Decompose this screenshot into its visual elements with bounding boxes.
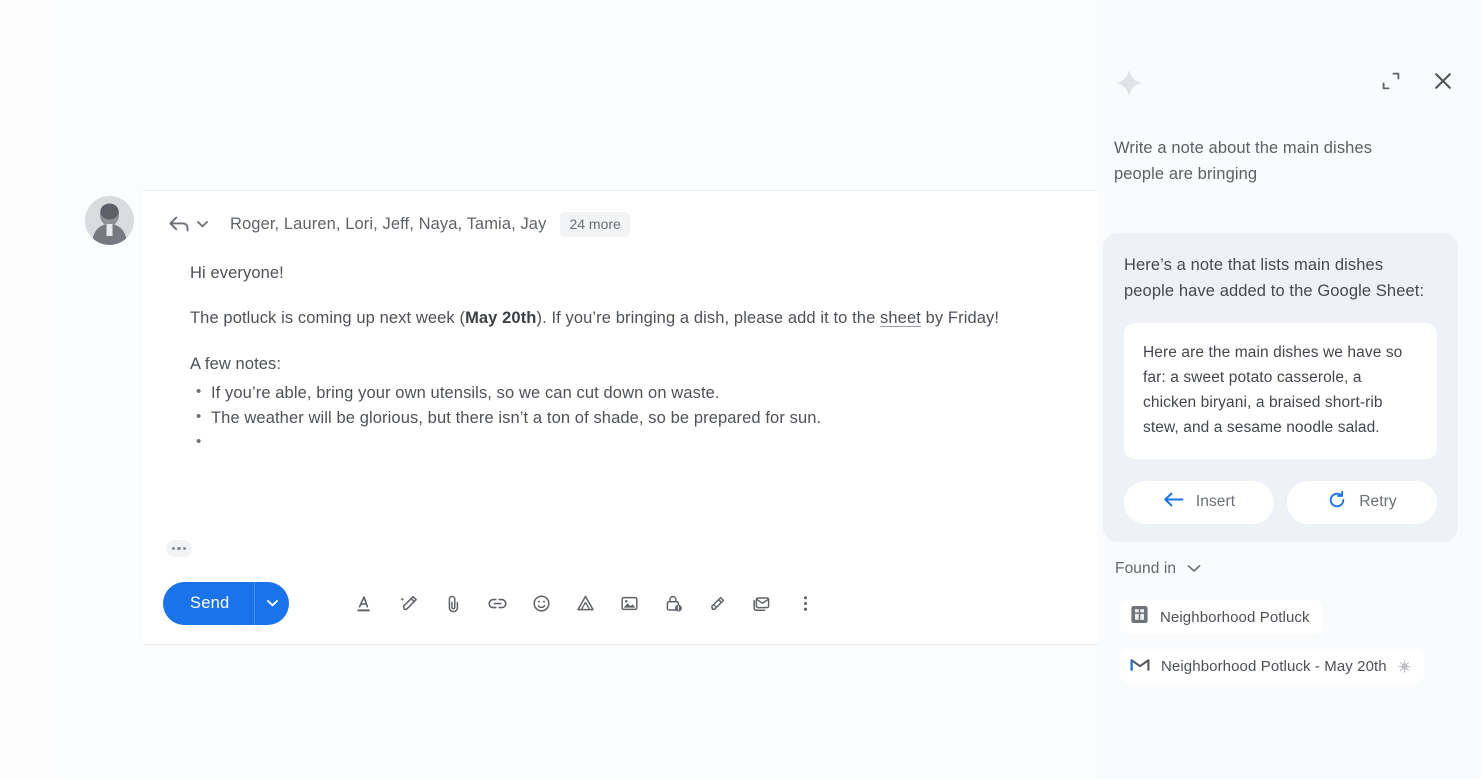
- list-item: If you’re able, bring your own utensils,…: [196, 381, 1035, 406]
- send-options-chevron-down-icon[interactable]: [255, 582, 289, 625]
- insert-photo-icon[interactable]: [607, 583, 651, 623]
- email-templates-icon[interactable]: [739, 583, 783, 623]
- chevron-down-icon: [197, 220, 208, 228]
- arrow-left-icon: [1163, 491, 1184, 513]
- google-sheets-icon: [1130, 605, 1149, 629]
- attach-file-icon[interactable]: [431, 583, 475, 623]
- chevron-down-icon: [1187, 560, 1201, 578]
- body-bullet-list: If you’re able, bring your own utensils,…: [190, 381, 1035, 454]
- refresh-icon: [1327, 490, 1347, 515]
- gemini-response-card: Here’s a note that lists main dishes peo…: [1103, 233, 1458, 542]
- expand-panel-icon[interactable]: [1378, 68, 1404, 94]
- compose-toolbar: Send: [163, 581, 827, 625]
- retry-button[interactable]: Retry: [1287, 480, 1437, 524]
- panel-header-actions: [1378, 68, 1456, 94]
- insert-drive-file-icon[interactable]: [563, 583, 607, 623]
- recipients-row: Roger, Lauren, Lori, Jeff, Naya, Tamia, …: [168, 208, 630, 240]
- insert-button[interactable]: Insert: [1124, 480, 1274, 524]
- confidential-mode-icon[interactable]: [651, 583, 695, 623]
- attachment-dot-icon: [1397, 659, 1411, 673]
- app-root: Roger, Lauren, Lori, Jeff, Naya, Tamia, …: [0, 0, 1481, 779]
- insert-signature-icon[interactable]: [695, 583, 739, 623]
- dot: [177, 546, 181, 551]
- panel-header: [1098, 0, 1481, 118]
- list-item: [196, 431, 1035, 454]
- paragraph-date: May 20th: [465, 309, 537, 328]
- send-button[interactable]: Send: [163, 581, 290, 625]
- insert-link-icon[interactable]: [475, 583, 519, 623]
- reply-arrow-icon: [168, 214, 190, 234]
- generated-note-box[interactable]: Here are the main dishes we have so far:…: [1124, 323, 1437, 459]
- sheet-link[interactable]: sheet: [880, 309, 921, 327]
- recipients-list[interactable]: Roger, Lauren, Lori, Jeff, Naya, Tamia, …: [230, 215, 546, 234]
- compose-body[interactable]: Hi everyone! The potluck is coming up ne…: [190, 262, 1035, 455]
- more-recipients-chip[interactable]: 24 more: [560, 211, 630, 237]
- reply-button[interactable]: [168, 214, 208, 234]
- gmail-icon: [1130, 656, 1150, 677]
- more-options-icon[interactable]: [783, 583, 827, 623]
- gemini-sparkle-icon: [1112, 66, 1146, 105]
- found-in-toggle[interactable]: Found in: [1115, 560, 1201, 578]
- body-main-paragraph: The potluck is coming up next week (May …: [190, 307, 1035, 330]
- gemini-pen-icon[interactable]: [387, 583, 431, 623]
- insert-emoji-icon[interactable]: [519, 583, 563, 623]
- retry-button-label: Retry: [1359, 493, 1397, 511]
- source-chip-label: Neighborhood Potluck - May 20th: [1161, 657, 1387, 675]
- response-actions: Insert Retry: [1124, 480, 1437, 524]
- toolbar-icon-group: [343, 583, 827, 623]
- close-icon[interactable]: [1430, 68, 1456, 94]
- sender-avatar: [85, 196, 134, 245]
- dot: [183, 546, 187, 551]
- trimmed-content-button[interactable]: [166, 540, 192, 557]
- paragraph-prefix: The potluck is coming up next week (: [190, 309, 466, 328]
- list-item: The weather will be glorious, but there …: [196, 406, 1035, 431]
- source-chip-label: Neighborhood Potluck: [1160, 608, 1310, 626]
- source-chip-sheets[interactable]: Neighborhood Potluck: [1120, 600, 1323, 634]
- gemini-side-panel: Write a note about the main dishes peopl…: [1098, 0, 1481, 779]
- body-greeting: Hi everyone!: [190, 264, 284, 282]
- body-notes-heading: A few notes:: [190, 354, 282, 373]
- left-rail-strip: [0, 0, 57, 779]
- response-intro-text: Here’s a note that lists main dishes peo…: [1124, 256, 1425, 300]
- paragraph-middle: ). If you’re bringing a dish, please add…: [536, 309, 881, 328]
- found-in-label: Found in: [1115, 560, 1177, 577]
- dot: [171, 546, 175, 551]
- source-chip-gmail[interactable]: Neighborhood Potluck - May 20th: [1120, 649, 1424, 683]
- insert-button-label: Insert: [1195, 493, 1236, 511]
- formatting-options-icon[interactable]: [343, 583, 387, 623]
- send-button-label: Send: [190, 593, 230, 612]
- gemini-prompt-text: Write a note about the main dishes peopl…: [1114, 139, 1373, 183]
- paragraph-suffix: by Friday!: [920, 309, 1000, 328]
